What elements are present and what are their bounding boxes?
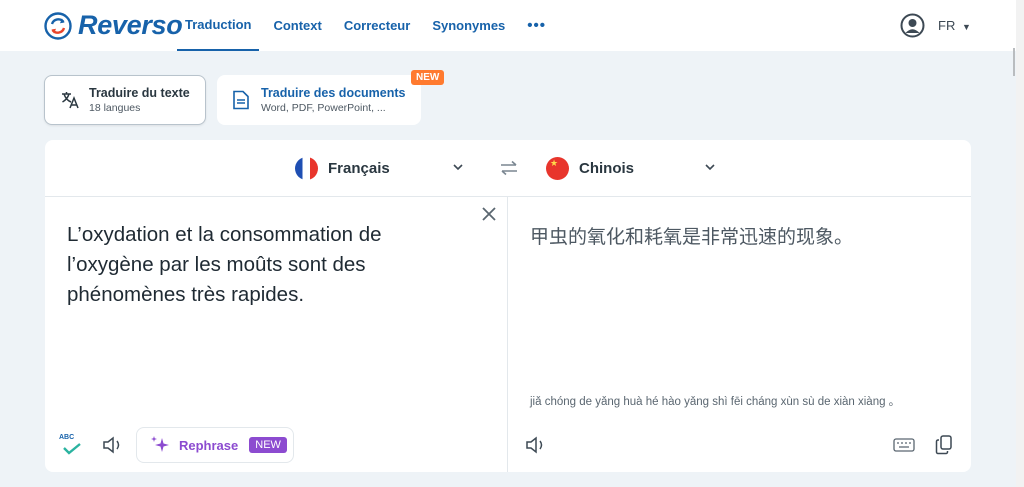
tab-translate-documents-title: Traduire des documents [261, 86, 406, 100]
user-icon [900, 13, 925, 38]
keyboard-icon[interactable] [893, 438, 915, 452]
tab-translate-documents-subtitle: Word, PDF, PowerPoint, ... [261, 102, 386, 114]
rephrase-button[interactable]: Rephrase NEW [136, 427, 294, 463]
target-language-selector[interactable]: ★ Chinois [546, 157, 634, 180]
source-text-input[interactable]: L’oxydation et la consommation de l’oxyg… [67, 220, 447, 310]
china-flag-icon: ★ [546, 157, 569, 180]
translate-icon [62, 92, 79, 109]
nav-traduction[interactable]: Traduction [177, 0, 260, 51]
reverso-logo-icon [44, 11, 72, 40]
documents-new-badge: NEW [411, 70, 445, 85]
nav-correcteur[interactable]: Correcteur [336, 0, 418, 51]
rephrase-new-badge: NEW [249, 437, 287, 453]
reverso-logo[interactable]: Reverso [44, 10, 183, 41]
panel-divider [507, 197, 508, 472]
logo-text: Reverso [78, 10, 183, 40]
top-header: Reverso Traduction Context Correcteur Sy… [0, 0, 1016, 51]
source-language-chevron-down-icon[interactable] [452, 161, 464, 173]
tab-translate-text[interactable]: Traduire du texte 18 langues [44, 75, 206, 125]
rephrase-label: Rephrase [179, 437, 239, 453]
clear-text-icon[interactable] [480, 205, 498, 223]
spellcheck-abc-label: ABC [59, 434, 75, 441]
ui-language-label: FR [938, 18, 956, 33]
swap-languages-icon[interactable] [499, 160, 519, 176]
caret-down-icon: ▼ [961, 22, 971, 32]
target-language-chevron-down-icon[interactable] [704, 161, 716, 173]
speaker-icon[interactable] [102, 436, 124, 454]
sparkle-icon [151, 436, 169, 452]
copy-icon[interactable] [935, 435, 953, 455]
target-language-label: Chinois [579, 160, 634, 177]
main-nav: Traduction Context Correcteur Synonymes … [177, 0, 560, 51]
nav-context[interactable]: Context [265, 0, 329, 51]
translated-text: 甲虫的氧化和耗氧是非常迅速的现象。 [530, 226, 854, 248]
source-language-label: Français [328, 160, 390, 177]
translation-card: Français ★ Chinois L’oxydation et la con… [45, 140, 971, 472]
france-flag-icon [295, 157, 318, 180]
source-language-selector[interactable]: Français [295, 157, 390, 180]
document-icon [233, 90, 249, 110]
more-menu-button[interactable]: ••• [519, 0, 554, 51]
target-speaker-icon[interactable] [525, 436, 547, 454]
nav-synonymes[interactable]: Synonymes [424, 0, 513, 51]
check-icon [63, 443, 81, 455]
scrollbar-thumb[interactable] [1013, 48, 1015, 76]
tab-translate-text-subtitle: 18 langues [89, 102, 141, 114]
pinyin-transliteration: jiǎ chóng de yǎng huà hé hào yǎng shì fē… [530, 396, 901, 408]
spellcheck-button[interactable]: ABC [59, 434, 83, 460]
user-account-button[interactable] [900, 13, 925, 43]
page-scrollbar[interactable] [1016, 0, 1024, 487]
language-bar: Français ★ Chinois [45, 140, 971, 197]
tab-translate-text-title: Traduire du texte [89, 86, 190, 100]
tab-translate-documents[interactable]: Traduire des documents Word, PDF, PowerP… [217, 75, 421, 125]
ui-language-selector[interactable]: FR ▼ [938, 18, 971, 33]
